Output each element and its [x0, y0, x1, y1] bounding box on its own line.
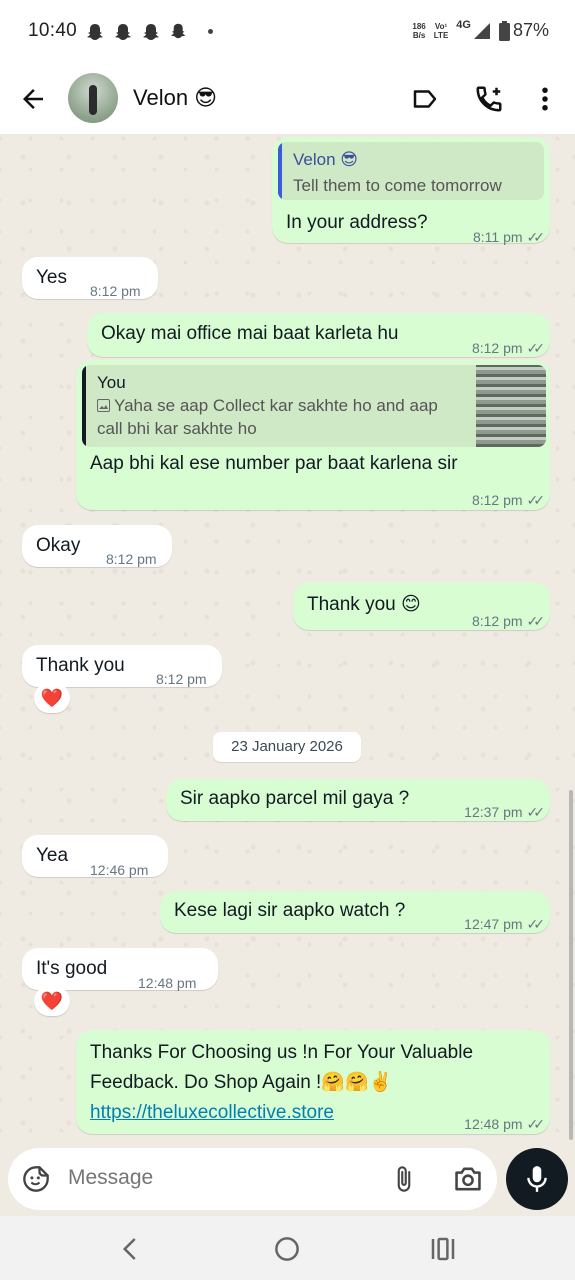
message-bubble-incoming[interactable]: Yea 12:46 pm: [22, 835, 168, 878]
message-time: 8:11 pm: [472, 229, 523, 245]
message-bubble-incoming[interactable]: It's good 12:48 pm: [22, 948, 218, 991]
message-time: 8:12 pm: [471, 613, 523, 629]
message-bubble-outgoing[interactable]: Thank you 😊 8:12 pm ✓✓: [293, 582, 550, 630]
contact-avatar[interactable]: [68, 73, 118, 123]
message-text: Thank you 😊: [307, 594, 421, 615]
message-text: Kese lagi sir aapko watch ?: [174, 900, 406, 921]
nav-recents-icon[interactable]: [428, 1234, 458, 1264]
message-time: 8:12 pm: [90, 283, 141, 299]
message-bubble-incoming[interactable]: Thank you 8:12 pm: [22, 645, 222, 687]
quoted-message[interactable]: You Yaha se aap Collect kar sakhte ho an…: [82, 365, 546, 447]
nav-home-icon[interactable]: [272, 1234, 302, 1264]
add-call-icon[interactable]: [474, 84, 504, 114]
ghost-icon: [87, 23, 186, 40]
message-text: Yes: [36, 267, 67, 288]
read-ticks-icon: ✓✓: [526, 804, 546, 820]
quoted-message[interactable]: Velon 😎 Tell them to come tomorrow: [278, 142, 544, 200]
back-arrow-icon[interactable]: [18, 84, 48, 114]
more-options-icon[interactable]: [530, 84, 560, 114]
message-time: 8:12 pm: [471, 492, 523, 508]
message-bubble-outgoing[interactable]: Velon 😎 Tell them to come tomorrow In yo…: [272, 137, 550, 245]
chat-header: Velon 😎: [0, 64, 575, 134]
message-time: 12:48 pm: [138, 975, 197, 991]
message-time: 12:47 pm: [464, 916, 523, 932]
camera-icon[interactable]: [452, 1165, 484, 1193]
message-text: Okay: [36, 535, 81, 556]
message-bubble-outgoing[interactable]: Sir aapko parcel mil gaya ? 12:37 pm ✓✓: [166, 779, 550, 821]
message-time: 8:12 pm: [156, 671, 207, 687]
quote-author: You: [97, 373, 126, 392]
message-time: 8:12 pm: [106, 551, 157, 567]
message-text: In your address?: [286, 212, 428, 233]
microphone-icon: [527, 1166, 547, 1192]
sticker-icon[interactable]: [22, 1165, 50, 1193]
message-bubble-outgoing[interactable]: Kese lagi sir aapko watch ? 12:47 pm ✓✓: [160, 891, 550, 933]
photo-icon: [97, 399, 110, 412]
status-right: 186 B/s Vo¹ LTE 4G 87%: [412, 18, 549, 41]
message-composer[interactable]: [8, 1148, 497, 1210]
chat-area[interactable]: Velon 😎 Tell them to come tomorrow In yo…: [0, 134, 575, 1146]
contact-name[interactable]: Velon 😎: [133, 85, 217, 111]
message-bubble-incoming[interactable]: Yes 8:12 pm: [22, 257, 158, 299]
read-ticks-icon: ✓✓: [526, 229, 546, 245]
read-ticks-icon: ✓✓: [526, 492, 546, 508]
message-text: Yea: [36, 845, 69, 866]
message-text: Thank you: [36, 655, 125, 676]
message-time: 12:37 pm: [464, 804, 523, 820]
message-time: 8:12 pm: [471, 340, 523, 356]
message-bubble-outgoing[interactable]: Thanks For Choosing us !n For Your Valua…: [76, 1030, 550, 1134]
quote-text: Yaha se aap Collect kar sakhte ho and aa…: [97, 396, 438, 438]
read-ticks-icon: ✓✓: [526, 1116, 546, 1132]
message-text: Sir aapko parcel mil gaya ?: [180, 788, 410, 809]
message-input[interactable]: [68, 1166, 368, 1190]
status-bar: 10:40 186 B/s Vo¹ LTE 4G 87%: [0, 0, 575, 64]
reaction-heart[interactable]: ❤️: [34, 986, 70, 1016]
quote-text: Tell them to come tomorrow: [293, 176, 502, 195]
chat-scrollbar[interactable]: [569, 790, 573, 1140]
label-icon[interactable]: [410, 84, 440, 114]
net-speed: 186 B/s: [412, 21, 426, 40]
system-navigation-bar: [0, 1216, 575, 1280]
message-text: It's good: [36, 958, 108, 979]
signal-icon: [473, 22, 490, 39]
message-bubble-incoming[interactable]: Okay 8:12 pm: [22, 525, 172, 567]
battery-percent: 87%: [512, 20, 549, 40]
message-text: Aap bhi kal ese number par baat karlena …: [90, 453, 458, 474]
read-ticks-icon: ✓✓: [526, 340, 546, 356]
read-ticks-icon: ✓✓: [526, 613, 546, 629]
store-link[interactable]: https://theluxecollective.store: [90, 1102, 334, 1123]
more-notifications-dot: [208, 29, 213, 34]
read-ticks-icon: ✓✓: [526, 916, 546, 932]
voice-message-button[interactable]: [506, 1148, 568, 1210]
message-text: Okay mai office mai baat karleta hu: [101, 323, 399, 344]
reaction-heart[interactable]: ❤️: [34, 683, 70, 713]
message-time: 12:46 pm: [90, 862, 149, 878]
attach-icon[interactable]: [390, 1164, 418, 1194]
message-time: 12:48 pm: [464, 1116, 523, 1132]
network-type: 4G: [456, 18, 471, 31]
volte-indicator: Vo¹ LTE: [433, 21, 449, 40]
snapchat-ghost-icons: [87, 22, 187, 47]
message-text: Thanks For Choosing us !n For Your Valua…: [90, 1042, 474, 1123]
quote-author: Velon 😎: [293, 150, 358, 169]
nav-back-icon[interactable]: [116, 1234, 146, 1264]
battery-icon: [498, 20, 510, 41]
quoted-image-thumbnail: [476, 365, 546, 447]
message-bubble-outgoing[interactable]: You Yaha se aap Collect kar sakhte ho an…: [76, 360, 550, 510]
status-time: 10:40: [28, 20, 78, 41]
message-bubble-outgoing[interactable]: Okay mai office mai baat karleta hu 8:12…: [87, 313, 550, 357]
date-separator: 23 January 2026: [213, 732, 361, 762]
